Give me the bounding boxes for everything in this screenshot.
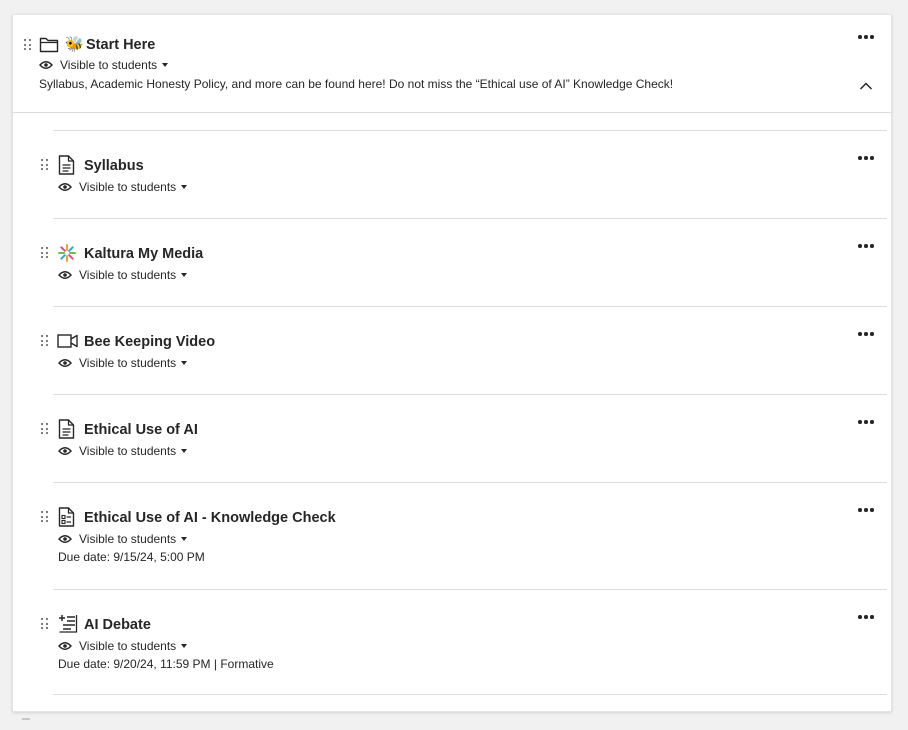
item-due-date: Due date: 9/20/24, 11:59 PM | Formative <box>58 657 274 671</box>
drag-handle-icon[interactable] <box>41 423 49 435</box>
content-item-knowledge-check[interactable]: Ethical Use of AI - Knowledge Check Visi… <box>41 482 887 589</box>
caret-down-icon <box>181 273 188 277</box>
folder-header[interactable]: 🐝 Start Here Visible to students Syllabu… <box>13 15 891 113</box>
test-icon <box>58 507 75 527</box>
item-visibility-dropdown[interactable]: Visible to students <box>58 356 188 370</box>
content-item-syllabus[interactable]: Syllabus Visible to students <box>41 130 887 218</box>
item-more-options-button[interactable] <box>858 614 874 620</box>
item-due-date: Due date: 9/15/24, 5:00 PM <box>58 550 205 564</box>
item-visibility-dropdown[interactable]: Visible to students <box>58 180 188 194</box>
document-icon <box>58 419 75 439</box>
content-item-ethical-use-of-ai[interactable]: Ethical Use of AI Visible to students <box>41 394 887 482</box>
item-more-options-button[interactable] <box>858 331 874 337</box>
item-title[interactable]: Bee Keeping Video <box>84 334 215 350</box>
document-icon <box>58 155 75 175</box>
item-title[interactable]: Kaltura My Media <box>84 246 203 262</box>
item-title[interactable]: Ethical Use of AI <box>84 422 198 438</box>
bee-emoji-icon: 🐝 <box>65 36 84 53</box>
drag-handle-icon[interactable] <box>24 39 32 51</box>
content-item-bee-keeping-video[interactable]: Bee Keeping Video Visible to students <box>41 306 887 394</box>
drag-handle-icon[interactable] <box>41 247 49 259</box>
drag-handle-icon[interactable] <box>41 511 49 523</box>
item-visibility-label: Visible to students <box>79 268 177 282</box>
eye-icon <box>58 183 72 191</box>
caret-down-icon <box>181 361 188 365</box>
discussion-icon <box>59 615 78 633</box>
video-camera-icon <box>57 334 78 348</box>
item-visibility-label: Visible to students <box>79 444 177 458</box>
drag-handle-icon[interactable] <box>41 159 49 171</box>
folder-more-options-button[interactable] <box>858 34 874 40</box>
divider <box>22 718 30 720</box>
eye-icon <box>58 535 72 543</box>
content-item-ai-debate[interactable]: AI Debate Visible to students Due date: … <box>41 589 887 695</box>
item-more-options-button[interactable] <box>858 155 874 161</box>
item-visibility-dropdown[interactable]: Visible to students <box>58 444 188 458</box>
drag-handle-icon[interactable] <box>41 335 49 347</box>
item-visibility-label: Visible to students <box>79 356 177 370</box>
caret-down-icon <box>181 537 188 541</box>
drag-handle-icon[interactable] <box>41 618 49 630</box>
caret-down-icon <box>162 63 169 67</box>
caret-down-icon <box>181 449 188 453</box>
item-more-options-button[interactable] <box>858 419 874 425</box>
item-visibility-label: Visible to students <box>79 532 177 546</box>
caret-down-icon <box>181 185 188 189</box>
folder-visibility-dropdown[interactable]: Visible to students <box>39 58 169 72</box>
item-title[interactable]: Syllabus <box>84 158 144 174</box>
kaltura-icon <box>58 244 76 262</box>
item-visibility-label: Visible to students <box>79 639 177 653</box>
content-card: 🐝 Start Here Visible to students Syllabu… <box>12 14 892 712</box>
content-item-kaltura[interactable]: Kaltura My Media Visible to students <box>41 218 887 306</box>
item-visibility-dropdown[interactable]: Visible to students <box>58 639 188 653</box>
eye-icon <box>58 447 72 455</box>
eye-icon <box>39 61 53 69</box>
eye-icon <box>58 271 72 279</box>
item-more-options-button[interactable] <box>858 507 874 513</box>
item-title[interactable]: Ethical Use of AI - Knowledge Check <box>84 510 336 526</box>
item-visibility-dropdown[interactable]: Visible to students <box>58 268 188 282</box>
folder-description: Syllabus, Academic Honesty Policy, and m… <box>39 77 674 91</box>
caret-down-icon <box>181 644 188 648</box>
divider <box>53 694 887 695</box>
eye-icon <box>58 642 72 650</box>
folder-visibility-label: Visible to students <box>60 58 158 72</box>
item-title[interactable]: AI Debate <box>84 617 151 633</box>
eye-icon <box>58 359 72 367</box>
folder-title[interactable]: Start Here <box>86 37 155 53</box>
chevron-up-icon[interactable] <box>859 81 873 91</box>
item-more-options-button[interactable] <box>858 243 874 249</box>
item-visibility-label: Visible to students <box>79 180 177 194</box>
item-visibility-dropdown[interactable]: Visible to students <box>58 532 188 546</box>
folder-icon <box>39 37 59 53</box>
